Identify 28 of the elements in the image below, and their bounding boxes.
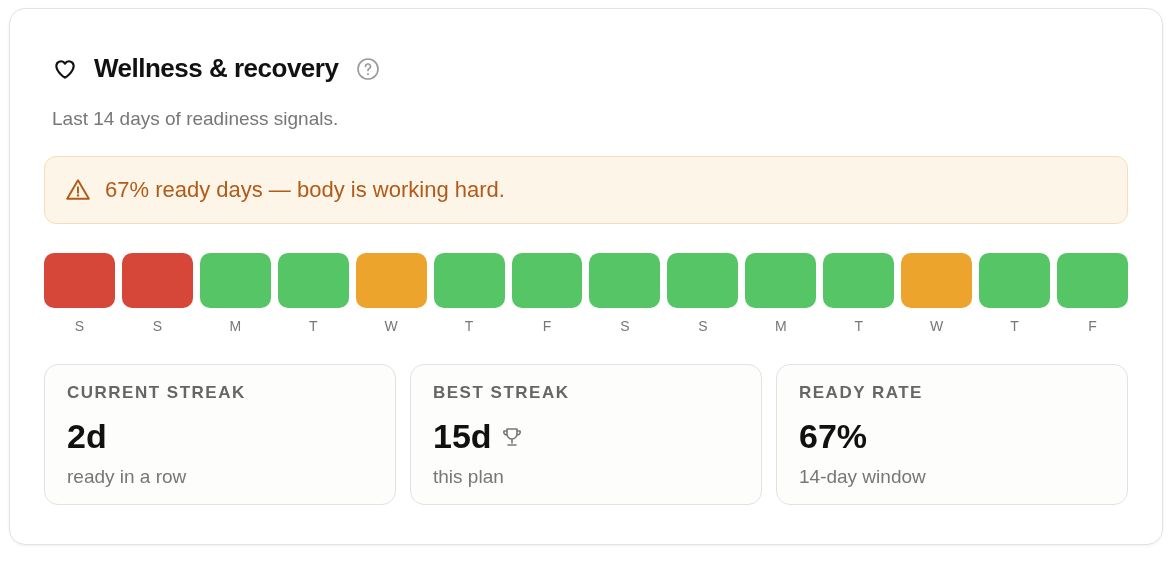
day-label: S bbox=[620, 318, 630, 334]
day-label: W bbox=[384, 318, 398, 334]
stat-label: BEST STREAK bbox=[433, 383, 570, 403]
card-title: Wellness & recovery bbox=[94, 53, 339, 84]
warning-icon bbox=[65, 177, 91, 203]
day-label: T bbox=[854, 318, 863, 334]
card-subtitle: Last 14 days of readiness signals. bbox=[52, 108, 340, 130]
stat-label: CURRENT STREAK bbox=[67, 383, 246, 403]
stat-caption: this plan bbox=[433, 466, 504, 488]
stat-label: READY RATE bbox=[799, 383, 923, 403]
day-label: S bbox=[74, 318, 85, 334]
stat-value: 15d bbox=[433, 417, 492, 456]
help-icon[interactable] bbox=[356, 56, 381, 81]
stat-value: 67% bbox=[799, 417, 868, 456]
day-label: S bbox=[152, 318, 163, 334]
warning-text: 67% ready days — body is working hard. bbox=[105, 177, 505, 203]
stat-value: 2d bbox=[67, 417, 107, 456]
day-label: T bbox=[308, 318, 318, 334]
day-label: F bbox=[1088, 318, 1097, 334]
stat-caption: ready in a row bbox=[67, 466, 187, 488]
day-label: M bbox=[774, 318, 787, 334]
day-label: S bbox=[698, 318, 708, 334]
stat-caption: 14-day window bbox=[799, 466, 926, 488]
day-label: T bbox=[464, 318, 474, 334]
day-label: F bbox=[542, 318, 552, 334]
day-label: W bbox=[930, 318, 944, 334]
day-label: M bbox=[229, 318, 242, 334]
day-label: T bbox=[1010, 318, 1019, 334]
